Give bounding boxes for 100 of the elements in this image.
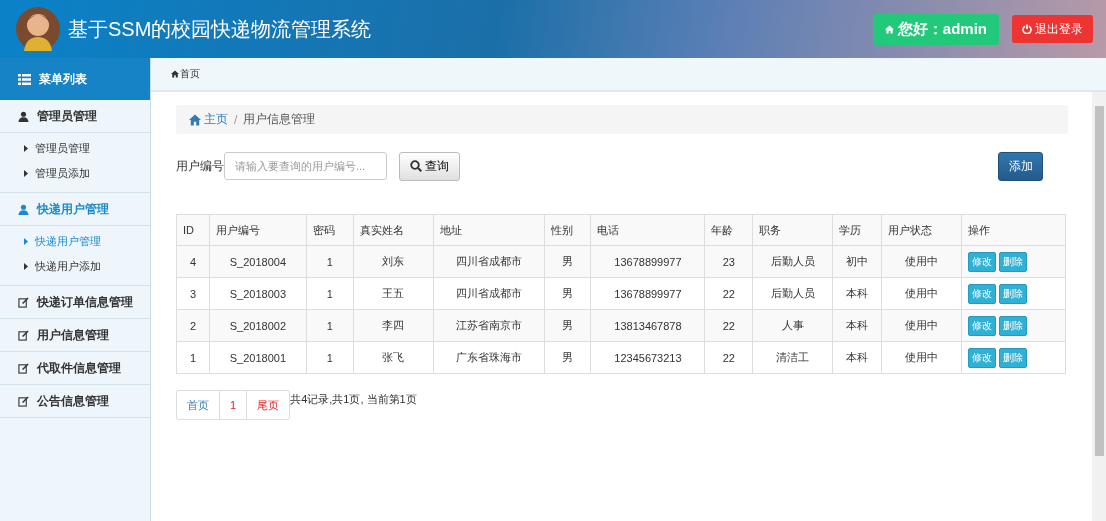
menu-group[interactable]: 管理员管理 [0, 100, 150, 133]
search-label: 用户编号 [176, 157, 224, 175]
table-cell: 22 [704, 309, 753, 342]
table-cell: 23 [704, 245, 753, 278]
column-header: 学历 [832, 214, 882, 246]
edit-icon [18, 329, 29, 341]
delete-button[interactable]: 删除 [999, 315, 1028, 336]
user-icon [18, 110, 29, 122]
home-tab[interactable]: 首页 [171, 67, 200, 81]
table-cell: 本科 [832, 277, 882, 310]
table-cell: 22 [704, 277, 753, 310]
table-cell: S_2018003 [209, 277, 307, 310]
table-cell: 四川省成都市 [433, 245, 545, 278]
table-cell: 男 [544, 245, 591, 278]
table-cell: 22 [704, 341, 753, 374]
column-header: 电话 [591, 214, 705, 246]
app-title: 基于SSM的校园快递物流管理系统 [68, 16, 373, 42]
table-cell: 清洁工 [752, 341, 833, 374]
menu-group[interactable]: 公告信息管理 [0, 385, 150, 418]
greeting-badge: 您好：admin [872, 13, 999, 45]
edit-button[interactable]: 修改 [968, 315, 997, 336]
search-field[interactable]: 请输入要查询的用户编号... [224, 152, 387, 180]
menu-item[interactable]: 快递用户添加 [0, 254, 150, 279]
table-cell: 刘东 [353, 245, 434, 278]
table-cell: 男 [544, 341, 591, 374]
column-header: 操作 [961, 214, 1066, 246]
query-button[interactable]: 查询 [399, 151, 460, 181]
caret-icon [24, 145, 28, 152]
menu-item[interactable]: 管理员添加 [0, 161, 150, 186]
table-cell: 使用中 [881, 245, 962, 278]
edit-icon [18, 395, 29, 407]
table-cell: 本科 [832, 309, 882, 342]
table-cell: 男 [544, 309, 591, 342]
table-cell: S_2018001 [209, 341, 307, 374]
table-cell: 4 [176, 245, 210, 278]
home-icon [884, 24, 894, 34]
column-header: 用户状态 [881, 214, 962, 246]
caret-icon [24, 263, 28, 270]
menu-group[interactable]: 快递订单信息管理 [0, 286, 150, 319]
table-cell: 2 [176, 309, 210, 342]
list-icon [18, 73, 31, 85]
user-icon [18, 203, 29, 215]
caret-icon [24, 170, 28, 177]
table-cell: 1 [306, 277, 354, 310]
add-button[interactable]: 添加 [998, 151, 1043, 181]
table-cell: 后勤人员 [752, 277, 833, 310]
table-cell: 广东省珠海市 [433, 341, 545, 374]
column-header: 密码 [306, 214, 354, 246]
table-cell: S_2018004 [209, 245, 307, 278]
edit-button[interactable]: 修改 [968, 283, 997, 304]
home-icon [171, 70, 179, 78]
table-cell: 13813467878 [591, 309, 705, 342]
table-cell: 江苏省南京市 [433, 309, 545, 342]
table-cell: 1 [306, 309, 354, 342]
page-link[interactable]: 1 [220, 391, 248, 419]
menu-item[interactable]: 快递用户管理 [0, 229, 150, 254]
edit-button[interactable]: 修改 [968, 251, 997, 272]
logout-button[interactable]: 退出登录 [1012, 15, 1093, 43]
edit-button[interactable]: 修改 [968, 347, 997, 368]
table-cell: 1 [176, 341, 210, 374]
table-cell: 使用中 [881, 277, 962, 310]
column-header: 用户编号 [209, 214, 307, 246]
table-cell: 初中 [832, 245, 882, 278]
delete-button[interactable]: 删除 [999, 283, 1028, 304]
home-icon [189, 113, 201, 126]
column-header: 职务 [752, 214, 833, 246]
table-cell: 使用中 [881, 309, 962, 342]
menu-title-text: 菜单列表 [39, 70, 87, 88]
breadcrumb-separator: / [234, 112, 238, 127]
table-cell: 1 [306, 245, 354, 278]
page-link[interactable]: 尾页 [247, 391, 290, 419]
table-cell: 四川省成都市 [433, 277, 545, 310]
avatar [16, 7, 60, 51]
table-cell: 1 [306, 341, 354, 374]
table-cell: 本科 [832, 341, 882, 374]
page-link[interactable]: 首页 [177, 391, 220, 419]
table-cell: 3 [176, 277, 210, 310]
table-cell: 李四 [353, 309, 434, 342]
column-header: 年龄 [704, 214, 753, 246]
table-cell: 12345673213 [591, 341, 705, 374]
menu-group[interactable]: 用户信息管理 [0, 319, 150, 352]
column-header: ID [176, 214, 210, 246]
edit-icon [18, 362, 29, 374]
menu-group[interactable]: 代取件信息管理 [0, 352, 150, 385]
column-header: 性别 [544, 214, 591, 246]
table-cell: S_2018002 [209, 309, 307, 342]
delete-button[interactable]: 删除 [999, 251, 1028, 272]
breadcrumb-link[interactable]: 主页 [189, 111, 228, 128]
search-icon [410, 160, 422, 172]
delete-button[interactable]: 删除 [999, 347, 1028, 368]
breadcrumb-current: 用户信息管理 [243, 111, 316, 128]
table-cell: 张飞 [353, 341, 434, 374]
table-cell: 王五 [353, 277, 434, 310]
scrollbar-thumb[interactable] [1094, 106, 1104, 456]
edit-icon [18, 296, 29, 308]
table-cell: 人事 [752, 309, 833, 342]
column-header: 地址 [433, 214, 545, 246]
menu-group[interactable]: 快递用户管理 [0, 193, 150, 226]
table-cell: 使用中 [881, 341, 962, 374]
menu-item[interactable]: 管理员管理 [0, 136, 150, 161]
